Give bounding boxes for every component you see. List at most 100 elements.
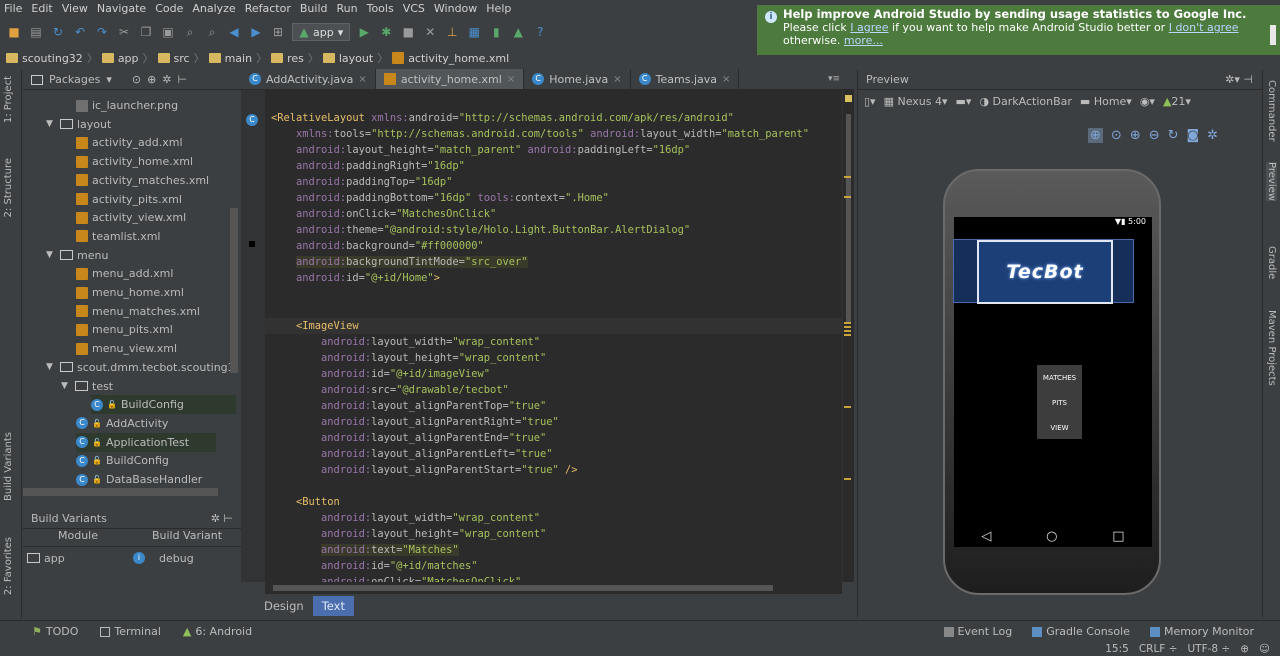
- agree-link[interactable]: I agree: [850, 21, 888, 34]
- editor-tab[interactable]: C Teams.java ×: [631, 69, 740, 89]
- stop-icon[interactable]: ■: [400, 24, 416, 40]
- gradle-tool-tab[interactable]: Gradle: [1266, 246, 1277, 279]
- breadcrumb-item[interactable]: res 〉: [271, 50, 319, 66]
- project-structure-icon[interactable]: ▦: [466, 24, 482, 40]
- close-icon[interactable]: ×: [613, 74, 621, 85]
- device-select[interactable]: ▦ Nexus 4▾: [884, 95, 948, 108]
- hscroll-thumb[interactable]: [273, 585, 773, 591]
- close-icon[interactable]: ×: [358, 74, 366, 85]
- orientation-icon[interactable]: ▬▾: [956, 95, 972, 108]
- paste-icon[interactable]: ▣: [160, 24, 176, 40]
- help-icon[interactable]: ?: [532, 24, 548, 40]
- tree-item[interactable]: C 🔓 AddActivity: [76, 414, 168, 433]
- expand-arrow-icon[interactable]: ▼: [46, 119, 56, 129]
- tree-item[interactable]: ▼ test: [61, 377, 113, 396]
- copy-icon[interactable]: ❐: [138, 24, 154, 40]
- breadcrumb-item[interactable]: layout 〉: [322, 50, 388, 66]
- tree-item[interactable]: C 🔓 BuildConfig: [76, 451, 169, 470]
- hide-icon[interactable]: ⊢: [178, 73, 188, 86]
- notification-scroll-handle[interactable]: [1270, 25, 1276, 45]
- design-tab[interactable]: Design: [255, 596, 313, 616]
- expand-arrow-icon[interactable]: ▼: [46, 250, 56, 260]
- preview-button-view[interactable]: VIEW: [1037, 424, 1082, 432]
- gear-icon[interactable]: ✲: [162, 73, 171, 86]
- expand-arrow-icon[interactable]: ▼: [46, 362, 56, 372]
- text-tab[interactable]: Text: [312, 596, 354, 616]
- encoding[interactable]: UTF-8 ÷: [1187, 643, 1230, 655]
- sdk-manager-icon[interactable]: ⊥: [444, 24, 460, 40]
- tree-item[interactable]: C 🔓 DataBaseHandler: [76, 470, 202, 489]
- chevron-down-icon[interactable]: ▾: [106, 73, 112, 86]
- inspector-icon[interactable]: ☺: [1259, 643, 1270, 655]
- sync-icon[interactable]: ↻: [50, 24, 66, 40]
- tree-item[interactable]: ▼ menu: [46, 246, 108, 265]
- tree-item[interactable]: ▼ layout: [46, 115, 111, 134]
- home-icon[interactable]: ○: [1046, 529, 1057, 544]
- cut-icon[interactable]: ✂: [116, 24, 132, 40]
- tree-item[interactable]: menu_add.xml: [76, 264, 173, 283]
- tree-item[interactable]: activity_home.xml: [76, 152, 193, 171]
- tree-item[interactable]: menu_pits.xml: [76, 320, 173, 339]
- avd-manager-icon[interactable]: ▮: [488, 24, 504, 40]
- warning-marker[interactable]: [844, 176, 851, 178]
- close-icon[interactable]: ×: [722, 74, 730, 85]
- project-view-select[interactable]: Packages: [49, 73, 100, 86]
- tree-item[interactable]: activity_view.xml: [76, 208, 186, 227]
- project-tool-tab[interactable]: 1: Project: [3, 76, 14, 123]
- todo-tool-button[interactable]: ⚑ TODO: [32, 625, 78, 638]
- attach-debugger-icon[interactable]: ✕: [422, 24, 438, 40]
- menu-vcs[interactable]: VCS: [403, 2, 425, 15]
- breadcrumb-item[interactable]: activity_home.xml: [392, 52, 509, 65]
- open-folder-icon[interactable]: ■: [6, 24, 22, 40]
- menu-edit[interactable]: Edit: [31, 2, 52, 15]
- editor-tab[interactable]: C AddActivity.java ×: [241, 69, 376, 89]
- tree-item[interactable]: ic_launcher.png: [76, 96, 178, 115]
- expand-arrow-icon[interactable]: ▼: [61, 381, 71, 391]
- scroll-from-source-icon[interactable]: ⊙: [132, 73, 141, 86]
- tabs-overflow-icon[interactable]: ▾≡: [828, 74, 840, 84]
- menu-file[interactable]: File: [4, 2, 22, 15]
- collapse-icon[interactable]: ⊕: [147, 73, 156, 86]
- breakpoint-marker[interactable]: [249, 241, 255, 247]
- configuration-icon[interactable]: ▯▾: [864, 95, 876, 108]
- structure-tool-tab[interactable]: 2: Structure: [3, 158, 14, 217]
- undo-icon[interactable]: ↶: [72, 24, 88, 40]
- tree-item[interactable]: ▼ scout.dmm.tecbot.scouting3: [46, 358, 235, 377]
- forward-icon[interactable]: ▶: [248, 24, 264, 40]
- menu-tools[interactable]: Tools: [367, 2, 394, 15]
- screenshot-icon[interactable]: ◙: [1187, 128, 1200, 143]
- menu-refactor[interactable]: Refactor: [245, 2, 291, 15]
- editor-hscrollbar[interactable]: [265, 582, 842, 594]
- caret-position[interactable]: 15:5: [1105, 643, 1129, 655]
- module-column[interactable]: Module: [23, 529, 133, 546]
- breadcrumb-item[interactable]: app 〉: [101, 50, 154, 66]
- run-config-select[interactable]: ▲ app ▾: [292, 23, 351, 41]
- build-variants-tool-tab[interactable]: Build Variants: [3, 432, 14, 501]
- tree-item[interactable]: menu_matches.xml: [76, 302, 200, 321]
- tree-item[interactable]: C 🔓 BuildConfig: [91, 395, 236, 415]
- find-icon[interactable]: ⌕: [182, 24, 198, 40]
- event-log-button[interactable]: Event Log: [943, 625, 1012, 638]
- warning-marker-group[interactable]: [844, 322, 851, 336]
- disagree-link[interactable]: I don't agree: [1169, 21, 1239, 34]
- tree-item[interactable]: menu_view.xml: [76, 339, 177, 358]
- zoom-fit-icon[interactable]: ⊕: [1088, 128, 1103, 143]
- editor-tab[interactable]: activity_home.xml ×: [375, 69, 525, 89]
- recents-icon[interactable]: □: [1112, 529, 1124, 544]
- terminal-tool-button[interactable]: Terminal: [100, 625, 161, 638]
- api-select[interactable]: ▲21▾: [1163, 95, 1191, 108]
- breadcrumb-item[interactable]: src 〉: [157, 50, 205, 66]
- build-variant-row[interactable]: app i debug: [23, 549, 241, 567]
- tree-scrollbar[interactable]: [230, 208, 238, 373]
- variant-column[interactable]: Build Variant: [133, 529, 241, 546]
- line-separator[interactable]: CRLF ÷: [1139, 643, 1178, 655]
- preview-button-pits[interactable]: PITS: [1037, 399, 1082, 407]
- commander-tool-tab[interactable]: Commander: [1266, 80, 1277, 142]
- zoom-in-icon[interactable]: ⊕: [1130, 128, 1141, 143]
- tree-item[interactable]: activity_pits.xml: [76, 190, 182, 209]
- breadcrumb-item[interactable]: main 〉: [208, 50, 267, 66]
- tree-item[interactable]: menu_home.xml: [76, 283, 184, 302]
- make-project-icon[interactable]: ⊞: [270, 24, 286, 40]
- android-tool-button[interactable]: ▲ 6: Android: [183, 625, 252, 638]
- menu-run[interactable]: Run: [337, 2, 358, 15]
